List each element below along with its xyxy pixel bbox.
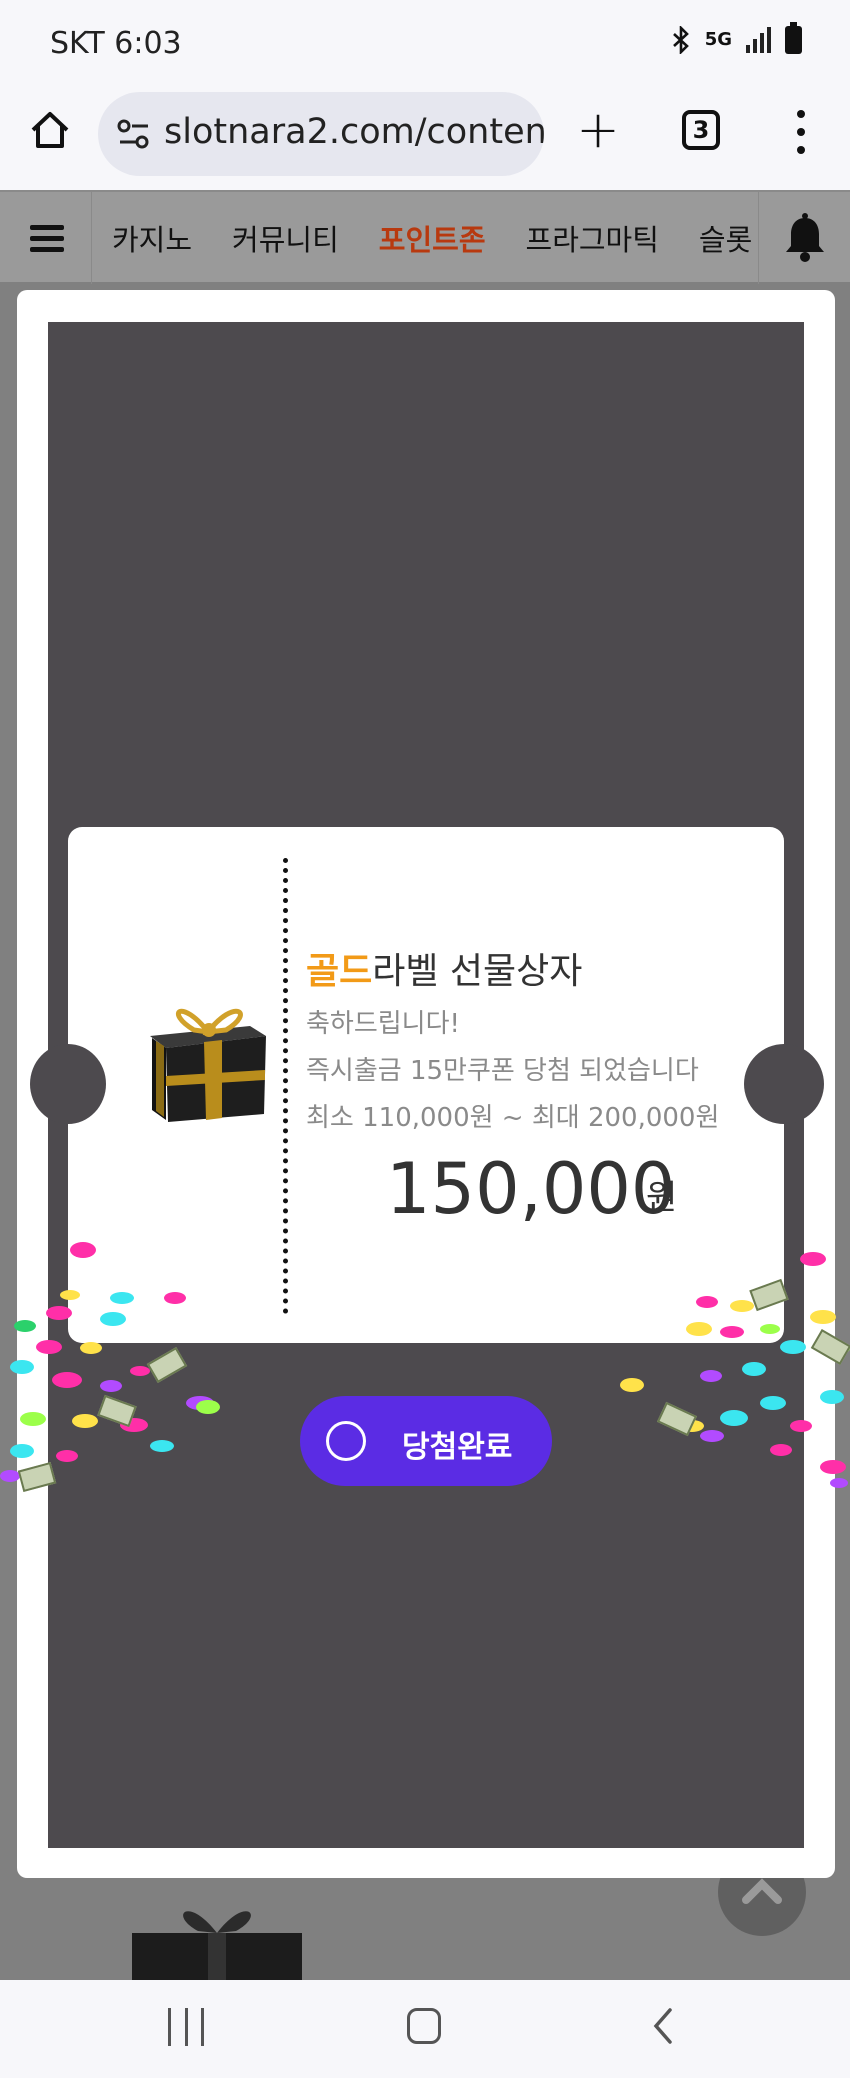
- coupon-notch-left: [30, 1044, 106, 1124]
- notification-bell-icon[interactable]: [758, 192, 850, 284]
- coupon-divider: [283, 858, 288, 1314]
- site-nav: 카지노 커뮤니티 포인트존 프라그마틱 슬롯: [0, 190, 850, 284]
- tab-switcher-button[interactable]: 3: [682, 110, 720, 150]
- nav-item-pointzone[interactable]: 포인트존: [359, 217, 506, 259]
- claim-button-label: 당첨완료: [402, 1430, 513, 1465]
- home-icon[interactable]: [28, 108, 72, 152]
- more-menu-icon[interactable]: [794, 110, 808, 154]
- status-time: SKT 6:03: [50, 26, 182, 61]
- coupon-congrats: 축하드립니다!: [306, 1009, 460, 1039]
- gift-box-icon: [150, 1008, 266, 1122]
- site-settings-icon[interactable]: [116, 118, 152, 150]
- nav-item-pragmatic[interactable]: 프라그마틱: [506, 217, 679, 259]
- bluetooth-icon: [672, 26, 689, 54]
- coupon-amount-unit: 원: [646, 1178, 678, 1218]
- url-text[interactable]: slotnara2.com/content: [164, 112, 544, 152]
- recents-icon[interactable]: [168, 2008, 204, 2046]
- claim-complete-button[interactable]: 당첨완료: [300, 1396, 552, 1486]
- hamburger-menu-icon[interactable]: [0, 192, 92, 284]
- coupon-title-rest: 라벨 선물상자: [372, 951, 583, 992]
- nav-item-casino[interactable]: 카지노: [92, 217, 212, 259]
- coupon-range: 최소 110,000원 ~ 최대 200,000원: [306, 1103, 720, 1133]
- coupon-amount: 150,000: [386, 1148, 676, 1230]
- android-home-icon[interactable]: [407, 2008, 441, 2044]
- signal-icon: [746, 27, 771, 53]
- android-nav-bar: [0, 1980, 850, 2078]
- coupon-title-highlight: 골드: [306, 951, 373, 992]
- coupon-notch-right: [744, 1044, 824, 1124]
- background-gift-icon: [132, 1911, 302, 1985]
- nav-item-community[interactable]: 커뮤니티: [212, 217, 359, 259]
- browser-toolbar: slotnara2.com/content + 3: [0, 88, 850, 190]
- coupon-description: 즉시출금 15만쿠폰 당첨 되었습니다: [306, 1056, 699, 1086]
- coupon-title: 골드라벨 선물상자: [306, 942, 582, 994]
- nav-items: 카지노 커뮤니티 포인트존 프라그마틱 슬롯: [92, 192, 772, 284]
- battery-icon: [785, 22, 802, 54]
- address-bar[interactable]: slotnara2.com/content: [98, 92, 544, 176]
- status-bar: SKT 6:03 5G: [0, 0, 850, 88]
- back-icon[interactable]: [648, 2006, 678, 2046]
- new-tab-button[interactable]: +: [574, 104, 622, 156]
- status-icons: 5G: [671, 22, 802, 54]
- 5g-icon: 5G: [704, 29, 732, 50]
- claim-circle-icon: [326, 1421, 366, 1461]
